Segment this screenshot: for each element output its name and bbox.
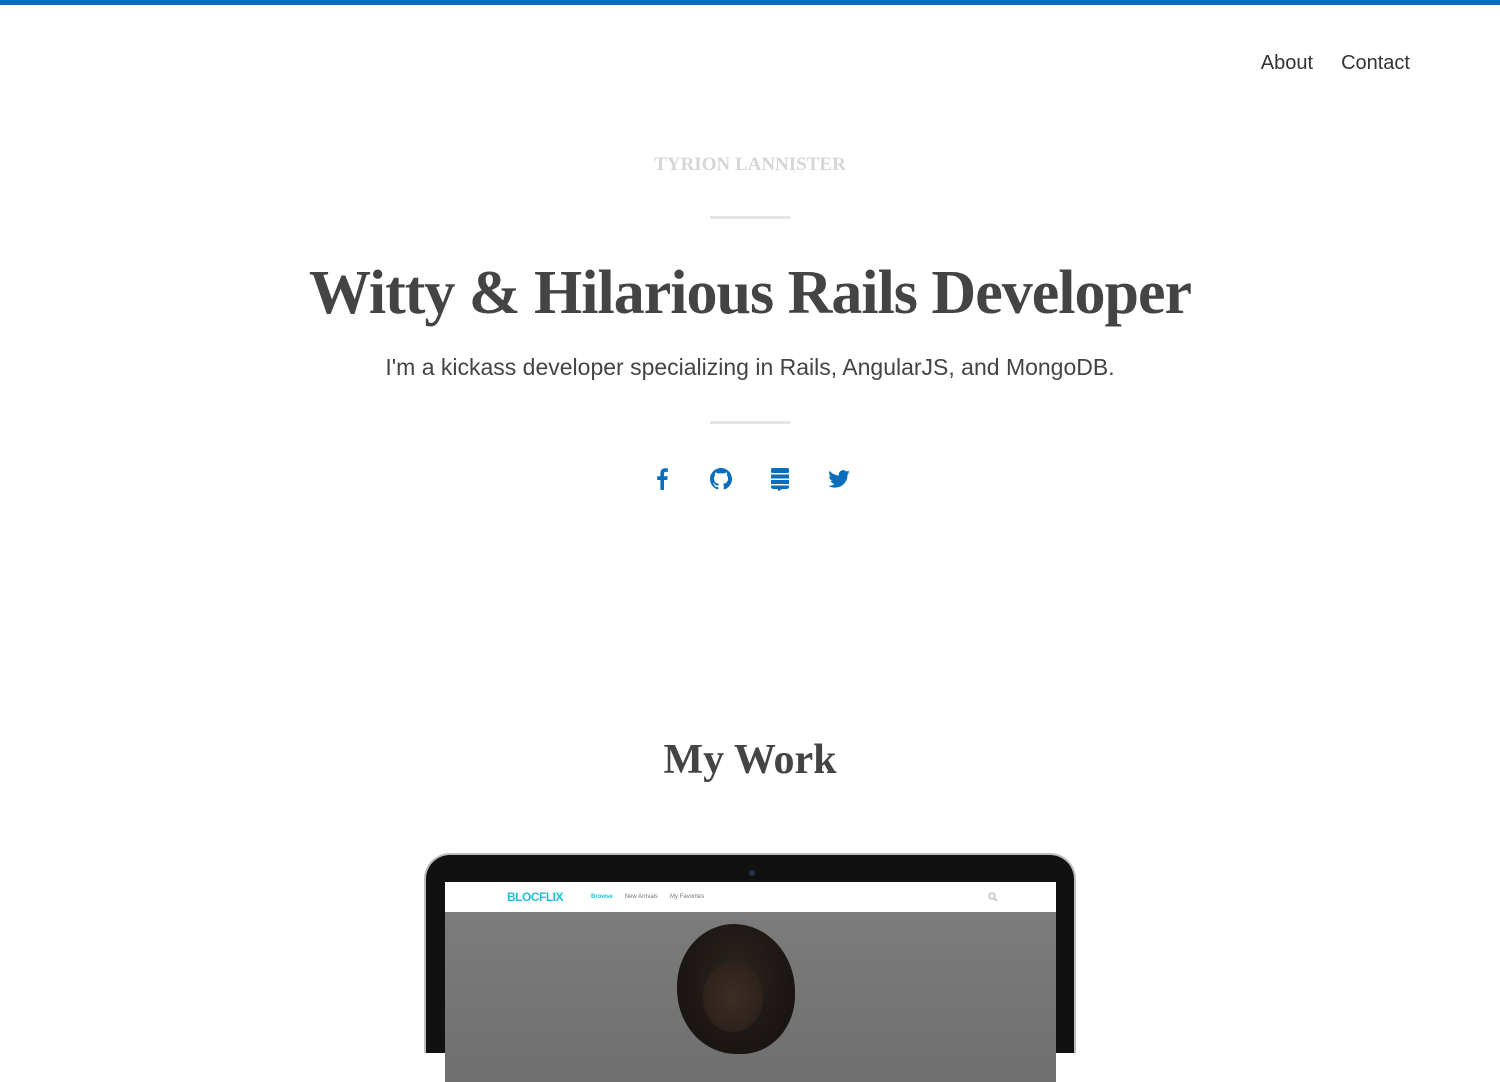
- project-preview-laptop[interactable]: BLOCFLIX Browse New Arrivals My Favorite…: [424, 853, 1076, 1082]
- preview-logo: BLOCFLIX: [507, 890, 564, 904]
- preview-link-favorites: My Favorites: [670, 894, 705, 900]
- hero-subheadline: I'm a kickass developer specializing in …: [385, 354, 1115, 380]
- stack-exchange-link[interactable]: [769, 466, 791, 492]
- facebook-link[interactable]: [651, 466, 673, 492]
- github-icon: [709, 468, 732, 490]
- stack-exchange-icon: [770, 468, 789, 491]
- twitter-icon: [827, 470, 850, 488]
- twitter-link[interactable]: [827, 466, 850, 492]
- github-link[interactable]: [709, 466, 732, 492]
- nav-contact-link[interactable]: Contact: [1341, 52, 1410, 75]
- my-work-title: My Work: [663, 737, 837, 783]
- preview-navbar: BLOCFLIX Browse New Arrivals My Favorite…: [445, 882, 1056, 912]
- preview-link-new-arrivals: New Arrivals: [624, 894, 659, 900]
- hero-kicker: TYRION LANNISTER: [654, 154, 846, 175]
- preview-person-face: [703, 962, 763, 1032]
- social-links: [0, 466, 1500, 492]
- hero-divider-top: [710, 216, 790, 219]
- facebook-icon: [656, 468, 668, 490]
- project-preview-screen: BLOCFLIX Browse New Arrivals My Favorite…: [445, 882, 1056, 1082]
- preview-hero-image: [445, 912, 1056, 1082]
- top-accent-bar: [0, 0, 1500, 5]
- preview-link-browse: Browse: [591, 894, 613, 900]
- laptop-camera: [749, 870, 755, 876]
- search-icon: [988, 892, 998, 902]
- main-nav: About Contact: [1261, 52, 1410, 75]
- hero-headline: Witty & Hilarious Rails Developer: [309, 259, 1192, 327]
- nav-about-link[interactable]: About: [1261, 52, 1313, 75]
- hero-divider-bottom: [710, 421, 790, 424]
